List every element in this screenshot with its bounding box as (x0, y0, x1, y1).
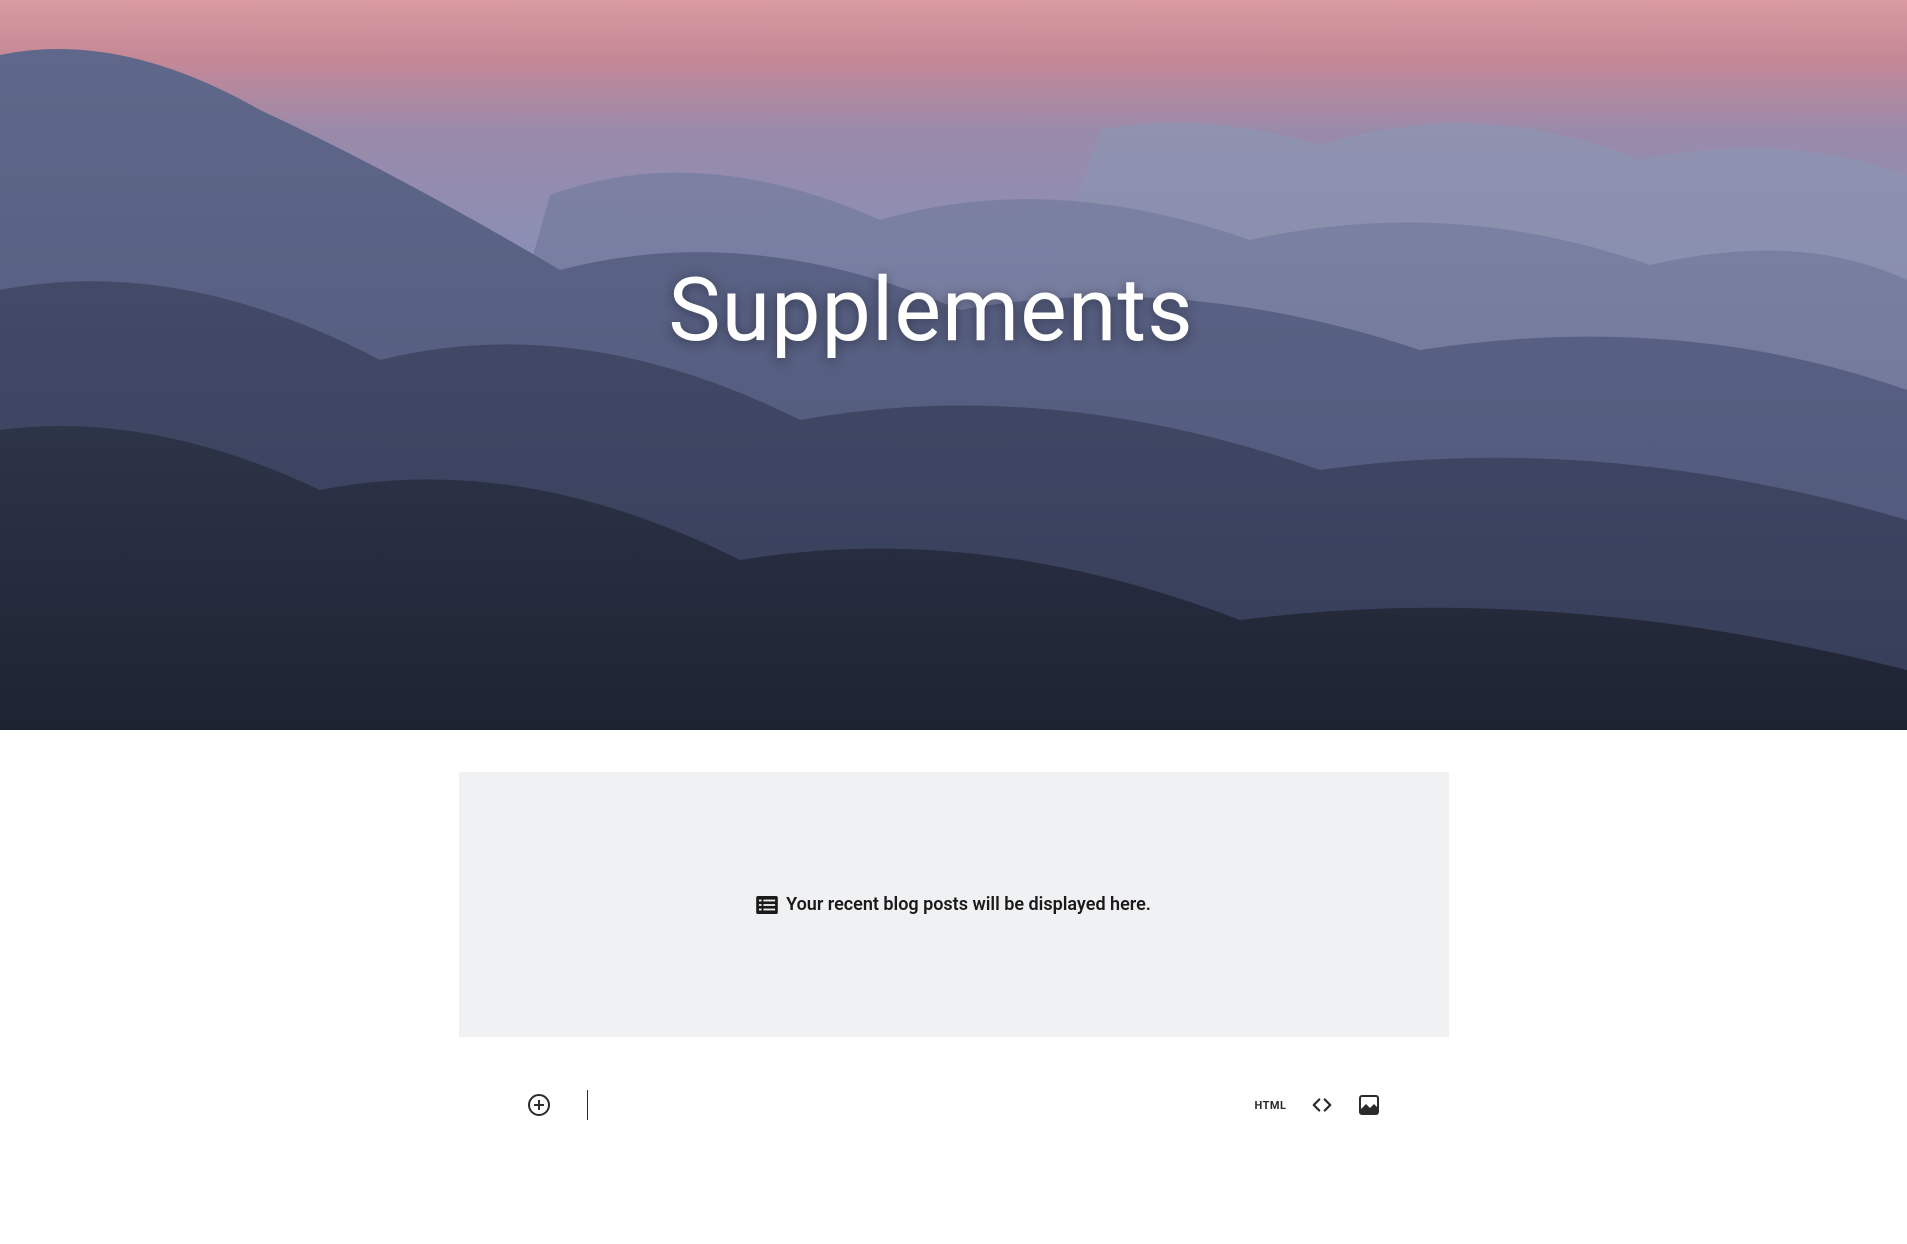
add-block-button[interactable] (527, 1093, 551, 1117)
editor-toolbar: HTML (459, 1087, 1449, 1123)
toolbar-left-group (527, 1090, 588, 1120)
page-title: Supplements (668, 259, 1193, 362)
content-area: Your recent blog posts will be displayed… (459, 730, 1449, 1165)
code-button[interactable] (1311, 1094, 1333, 1116)
html-toggle-button[interactable]: HTML (1254, 1099, 1286, 1112)
hero-section: Supplements (0, 0, 1907, 730)
hero-background-image (0, 0, 1907, 730)
blog-posts-placeholder: Your recent blog posts will be displayed… (459, 772, 1449, 1037)
list-icon (756, 896, 778, 914)
image-button[interactable] (1357, 1093, 1381, 1117)
placeholder-message: Your recent blog posts will be displayed… (786, 894, 1151, 915)
text-cursor[interactable] (587, 1090, 588, 1120)
toolbar-right-group: HTML (1254, 1093, 1380, 1117)
